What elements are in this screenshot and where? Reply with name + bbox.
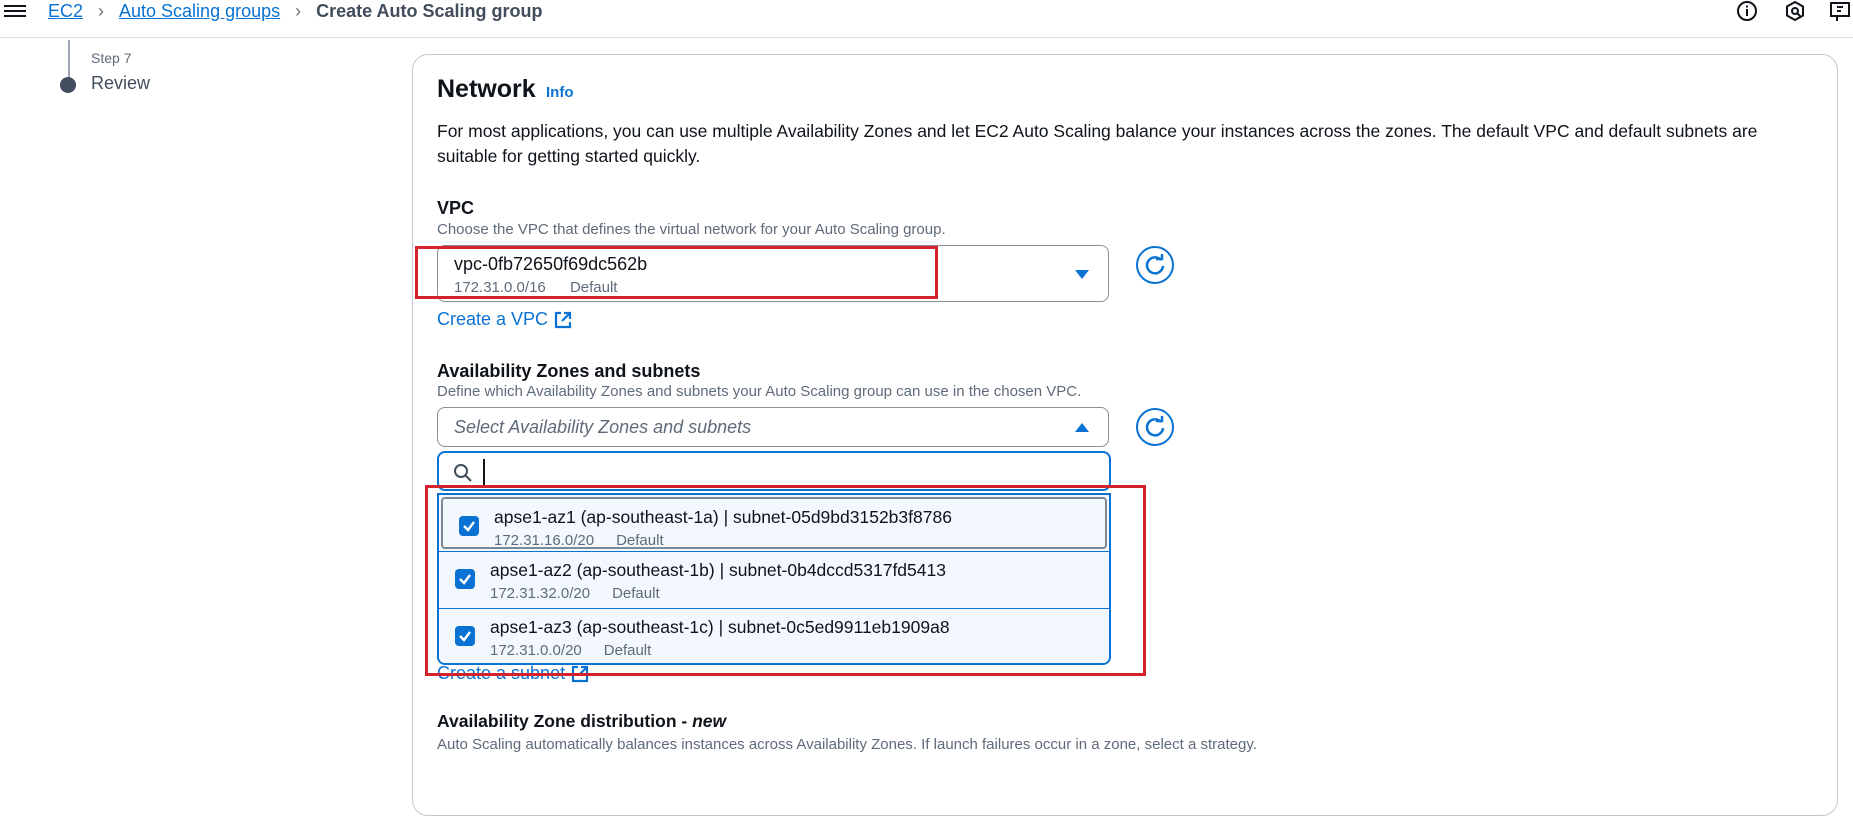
subnet-options-list: apse1-az1 (ap-southeast-1a) | subnet-05d… — [437, 493, 1111, 665]
external-link-icon — [554, 311, 572, 328]
check-icon — [459, 631, 471, 642]
vpc-label: VPC — [437, 198, 475, 218]
subnet-option[interactable]: apse1-az1 (ap-southeast-1a) | subnet-05d… — [441, 497, 1107, 549]
subnet-cidr: 172.31.32.0/20 — [490, 585, 591, 602]
subnet-tag: Default — [616, 532, 664, 549]
check-icon — [463, 521, 475, 532]
create-subnet-link[interactable]: Create a subnet — [437, 663, 589, 684]
vpc-cidr: 172.31.0.0/16 — [454, 279, 546, 296]
vpc-select[interactable]: vpc-0fb72650f69dc562b 172.31.0.0/16 Defa… — [437, 245, 1109, 302]
az-distribution-hint: Auto Scaling automatically balances inst… — [437, 736, 1257, 753]
subnet-option-title: apse1-az1 (ap-southeast-1a) | subnet-05d… — [494, 507, 952, 527]
breadcrumb-asg-link[interactable]: Auto Scaling groups — [119, 1, 280, 22]
vpc-selected-details: 172.31.0.0/16 Default — [454, 279, 637, 296]
checkbox-checked[interactable] — [455, 626, 475, 646]
feedback-icon[interactable] — [1829, 0, 1853, 24]
subnet-option-title: apse1-az2 (ap-southeast-1b) | subnet-0b4… — [490, 560, 946, 580]
step-review-link[interactable]: Review — [91, 73, 150, 94]
breadcrumb-ec2-link[interactable]: EC2 — [48, 1, 83, 22]
subnet-cidr: 172.31.0.0/20 — [490, 642, 582, 659]
az-subnet-select[interactable]: Select Availability Zones and subnets — [437, 407, 1109, 447]
chevron-right-icon: › — [98, 0, 105, 21]
subnet-tag: Default — [612, 585, 660, 602]
subnet-option-details: 172.31.0.0/20 Default — [490, 642, 673, 659]
az-distribution-title: Availability Zone distribution - new — [437, 711, 727, 731]
create-subnet-label: Create a subnet — [437, 663, 566, 683]
subnet-search-input[interactable] — [483, 459, 1091, 487]
refresh-subnets-button[interactable] — [1136, 408, 1174, 446]
info-circle-icon[interactable] — [1735, 0, 1759, 24]
create-vpc-label: Create a VPC — [437, 309, 549, 329]
refresh-vpc-button[interactable] — [1136, 246, 1174, 284]
subnet-option-details: 172.31.32.0/20 Default — [490, 585, 682, 602]
subnet-option-details: 172.31.16.0/20 Default — [494, 532, 686, 549]
az-hint: Define which Availability Zones and subn… — [437, 383, 1082, 400]
caret-up-icon — [1075, 423, 1089, 432]
subnet-cidr: 172.31.16.0/20 — [494, 532, 595, 549]
subnet-option[interactable]: apse1-az2 (ap-southeast-1b) | subnet-0b4… — [439, 551, 1109, 608]
chevron-right-icon: › — [295, 0, 302, 21]
step-indicator-dot — [60, 77, 76, 93]
step-number: Step 7 — [91, 50, 132, 66]
vpc-tag: Default — [569, 279, 618, 296]
az-placeholder: Select Availability Zones and subnets — [454, 417, 752, 437]
vpc-hint: Choose the VPC that defines the virtual … — [437, 221, 946, 238]
external-link-icon — [571, 665, 589, 682]
breadcrumb: EC2 › Auto Scaling groups › Create Auto … — [48, 0, 542, 22]
create-vpc-link[interactable]: Create a VPC — [437, 309, 572, 330]
az-label: Availability Zones and subnets — [437, 361, 701, 381]
refresh-icon — [1145, 254, 1165, 275]
subnet-option[interactable]: apse1-az3 (ap-southeast-1c) | subnet-0c5… — [439, 608, 1109, 663]
section-title: Network — [437, 75, 536, 103]
checkbox-checked[interactable] — [455, 569, 475, 589]
section-description: For most applications, you can use multi… — [437, 121, 1758, 166]
menu-icon[interactable] — [4, 2, 26, 20]
notifications-icon[interactable] — [1783, 0, 1807, 24]
subnet-tag: Default — [603, 642, 652, 659]
breadcrumb-current: Create Auto Scaling group — [316, 0, 543, 21]
new-badge: new — [692, 711, 727, 731]
caret-down-icon — [1075, 270, 1089, 279]
stepper-line — [68, 40, 70, 80]
subnet-option-title: apse1-az3 (ap-southeast-1c) | subnet-0c5… — [490, 617, 950, 637]
subnet-search-box[interactable] — [437, 451, 1111, 491]
refresh-icon — [1145, 416, 1165, 437]
top-navigation-bar: EC2 › Auto Scaling groups › Create Auto … — [0, 0, 1853, 38]
info-link[interactable]: Info — [546, 84, 574, 101]
search-icon — [454, 464, 472, 482]
checkbox-checked[interactable] — [459, 516, 479, 536]
vpc-selected-id: vpc-0fb72650f69dc562b — [454, 254, 648, 274]
check-icon — [459, 574, 471, 585]
